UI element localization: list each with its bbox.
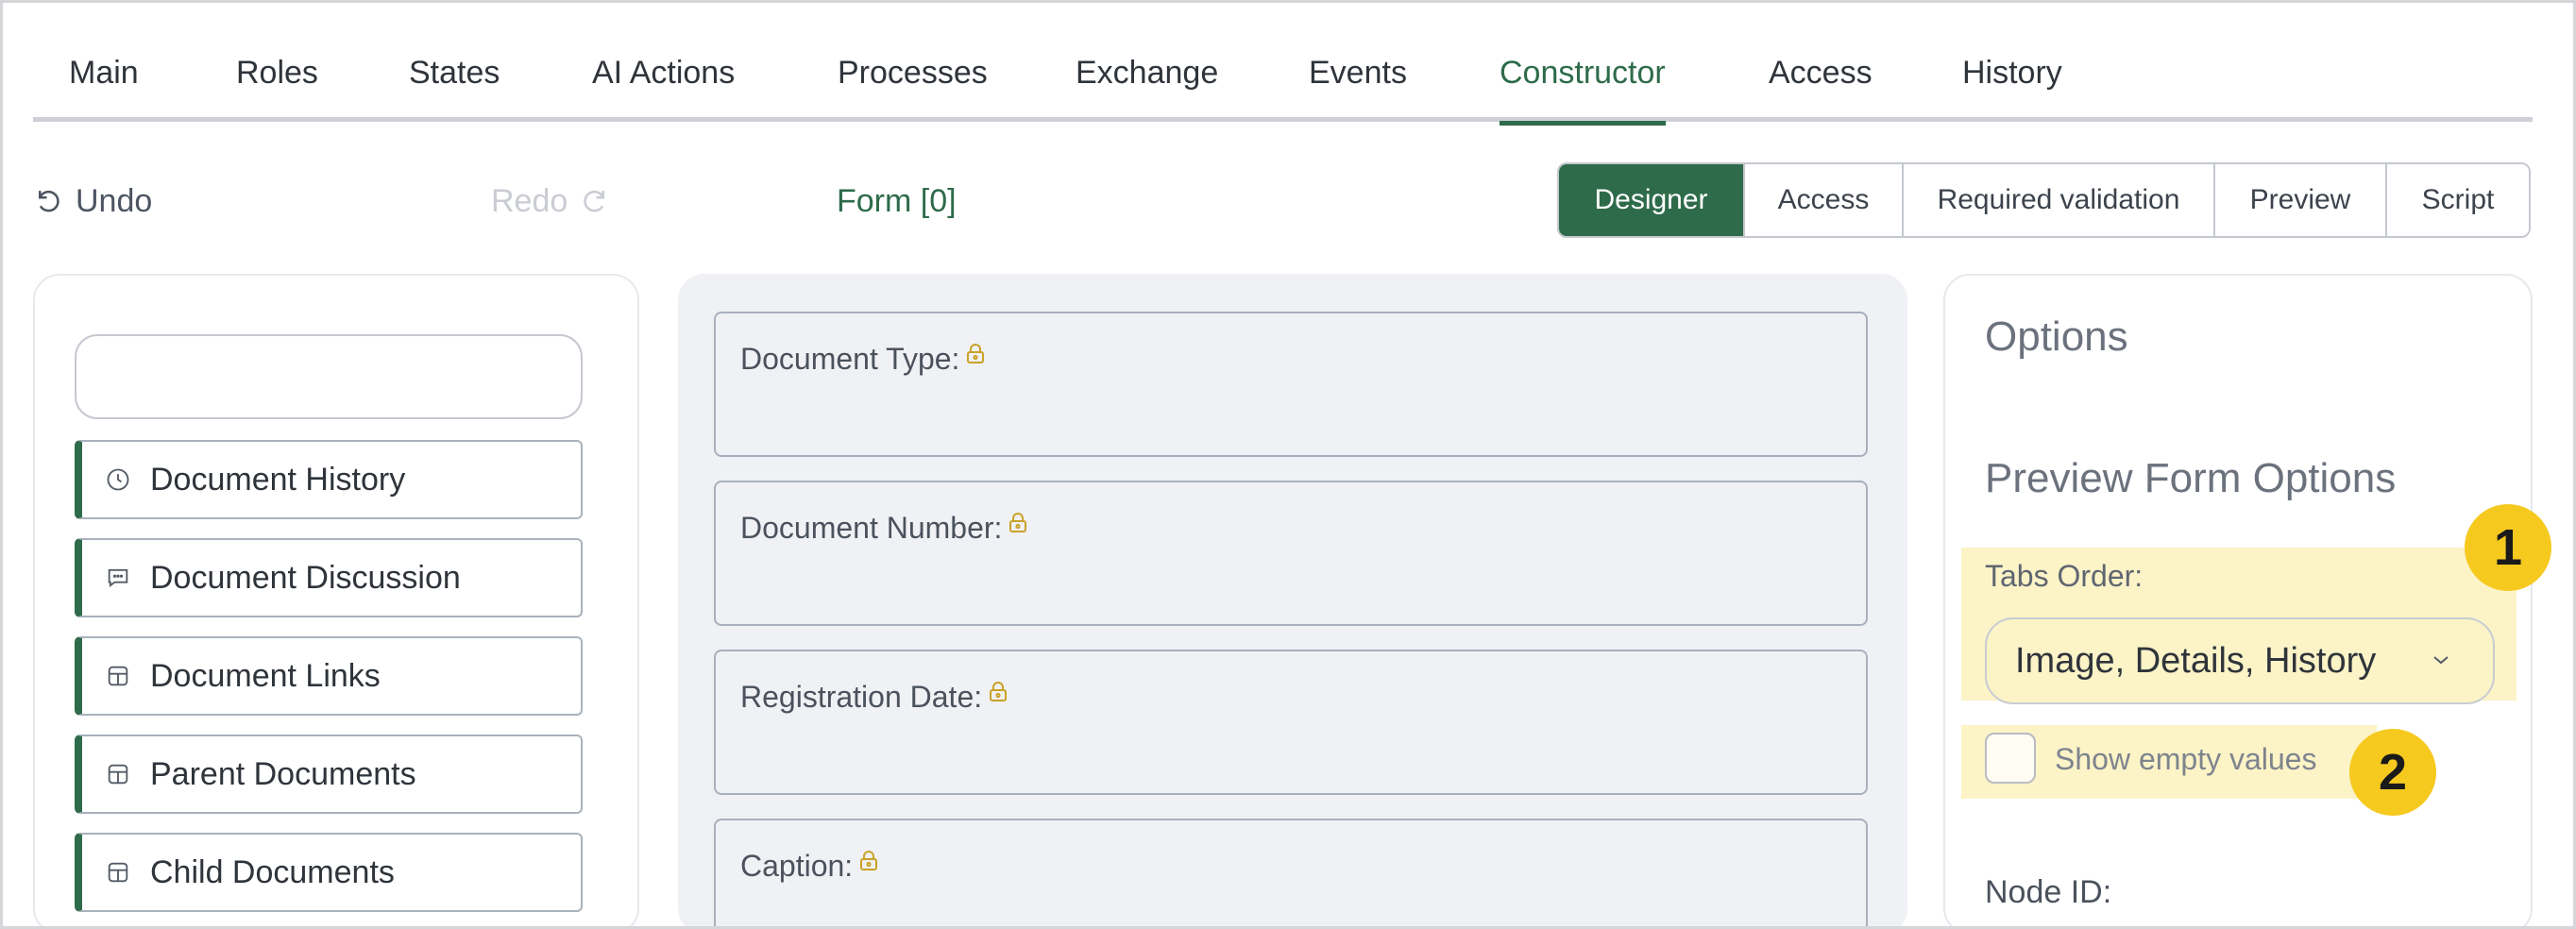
component-document-links[interactable]: Document Links [75, 636, 583, 716]
form-canvas: Document Type: Document Number: Registra… [678, 274, 1907, 929]
components-panel: Document History Document Discussion Doc… [33, 274, 639, 929]
annotation-badge-2: 2 [2349, 729, 2436, 816]
lock-icon [967, 343, 985, 363]
annotation-badge-1: 1 [2465, 504, 2551, 591]
field-label: Registration Date: [740, 680, 983, 714]
layout-icon [108, 764, 128, 785]
component-document-discussion[interactable]: Document Discussion [75, 538, 583, 617]
redo-button[interactable]: Redo [491, 180, 609, 222]
tabs-order-value: Image, Details, History [2015, 640, 2377, 681]
field-label-wrap: Document Type: [740, 342, 986, 377]
mode-designer-button[interactable]: Designer [1559, 164, 1743, 236]
field-label-wrap: Document Number: [740, 511, 1028, 546]
tab-main[interactable]: Main [69, 55, 139, 121]
mode-required-validation-button[interactable]: Required validation [1902, 164, 2213, 236]
mode-switcher: Designer Access Required validation Prev… [1557, 162, 2531, 238]
tab-history[interactable]: History [1962, 55, 2062, 121]
tab-constructor[interactable]: Constructor [1500, 55, 1666, 126]
component-child-documents[interactable]: Child Documents [75, 833, 583, 912]
component-label: Document Discussion [150, 559, 461, 596]
redo-label: Redo [491, 182, 568, 219]
field-label-wrap: Caption: [740, 849, 879, 884]
form-field-caption[interactable]: Caption: [714, 819, 1868, 929]
lock-icon [860, 850, 878, 870]
options-panel: Options Preview Form Options Tabs Order:… [1943, 274, 2533, 929]
lock-icon [990, 681, 1008, 701]
mode-access-button[interactable]: Access [1743, 164, 1902, 236]
component-label: Document History [150, 461, 406, 498]
tabs-order-select[interactable]: Image, Details, History [1985, 617, 2495, 704]
field-label: Document Number: [740, 511, 1003, 545]
tab-exchange[interactable]: Exchange [1076, 55, 1218, 121]
show-empty-values-label: Show empty values [2055, 742, 2317, 776]
chevron-down-icon [2433, 656, 2449, 665]
undo-label: Undo [76, 182, 153, 219]
tab-states[interactable]: States [409, 55, 500, 121]
tab-roles[interactable]: Roles [236, 55, 318, 121]
undo-button[interactable]: Undo [34, 180, 152, 222]
form-field-document-type[interactable]: Document Type: [714, 312, 1868, 457]
layout-icon [108, 666, 128, 686]
component-search-input[interactable] [75, 334, 583, 419]
field-label: Caption: [740, 849, 854, 883]
tab-processes[interactable]: Processes [838, 55, 988, 121]
lock-icon [1009, 512, 1027, 532]
undo-icon [39, 190, 59, 212]
component-label: Parent Documents [150, 755, 416, 792]
node-id-label: Node ID: [1985, 874, 2112, 910]
form-field-document-number[interactable]: Document Number: [714, 481, 1868, 626]
tabs-order-label: Tabs Order: [1985, 559, 2144, 593]
show-empty-values-checkbox[interactable] [1985, 733, 2036, 784]
form-field-registration-date[interactable]: Registration Date: [714, 650, 1868, 795]
tab-ai-actions[interactable]: AI Actions [592, 55, 735, 121]
field-label-wrap: Registration Date: [740, 680, 1008, 715]
field-label: Document Type: [740, 342, 960, 376]
tab-events[interactable]: Events [1309, 55, 1407, 121]
tab-access[interactable]: Access [1769, 55, 1873, 121]
mode-script-button[interactable]: Script [2385, 164, 2529, 236]
form-title: Form [0] [837, 183, 957, 219]
preview-form-options-title: Preview Form Options [1985, 455, 2397, 501]
mode-preview-button[interactable]: Preview [2213, 164, 2385, 236]
clock-icon [107, 468, 129, 491]
main-tab-bar: Main Roles States AI Actions Processes E… [33, 0, 2533, 126]
component-parent-documents[interactable]: Parent Documents [75, 735, 583, 814]
options-title: Options [1985, 313, 2128, 360]
component-label: Child Documents [150, 853, 395, 890]
redo-icon [584, 190, 605, 212]
layout-icon [108, 862, 128, 883]
component-document-history[interactable]: Document History [75, 440, 583, 519]
component-label: Document Links [150, 657, 381, 694]
chat-icon [108, 568, 128, 588]
